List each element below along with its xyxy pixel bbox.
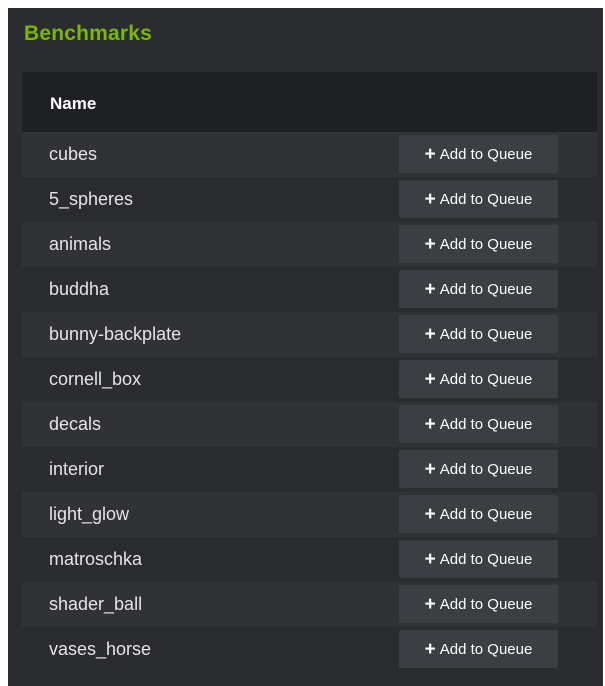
benchmark-name: cornell_box <box>49 369 142 389</box>
add-to-queue-button[interactable]: + Add to Queue <box>399 135 558 173</box>
add-to-queue-label: Add to Queue <box>439 145 533 163</box>
add-to-queue-label: Add to Queue <box>439 550 533 568</box>
add-to-queue-label: Add to Queue <box>439 325 533 343</box>
add-to-queue-button[interactable]: + Add to Queue <box>399 495 558 533</box>
add-to-queue-button[interactable]: + Add to Queue <box>399 630 558 668</box>
plus-icon: + <box>424 593 436 615</box>
benchmark-name: shader_ball <box>49 594 143 614</box>
plus-icon: + <box>424 368 436 390</box>
add-to-queue-label: Add to Queue <box>439 595 533 613</box>
benchmark-name: 5_spheres <box>49 189 134 209</box>
plus-icon: + <box>424 458 436 480</box>
plus-icon: + <box>424 503 436 525</box>
add-to-queue-button[interactable]: + Add to Queue <box>399 225 558 263</box>
add-to-queue-button[interactable]: + Add to Queue <box>399 360 558 398</box>
plus-icon: + <box>424 413 436 435</box>
table-row: 5_spheres + Add to Queue <box>22 177 597 222</box>
benchmark-name: light_glow <box>49 504 130 524</box>
table-body: cubes + Add to Queue 5_spheres + Add to Queue… <box>22 132 597 672</box>
benchmarks-panel: Benchmarks Name cubes + Add to Queue 5_sphe… <box>8 8 603 686</box>
benchmarks-table: Name cubes + Add to Queue 5_spheres + Add to … <box>22 72 597 672</box>
table-row: buddha + Add to Queue <box>22 267 597 312</box>
column-header-name: Name <box>50 94 97 113</box>
benchmark-name: bunny-backplate <box>49 324 182 344</box>
table-row: cornell_box + Add to Queue <box>22 357 597 402</box>
benchmark-name: animals <box>49 234 112 254</box>
table-row: light_glow + Add to Queue <box>22 492 597 537</box>
table-row: interior + Add to Queue <box>22 447 597 492</box>
add-to-queue-button[interactable]: + Add to Queue <box>399 585 558 623</box>
benchmark-name: interior <box>49 459 105 479</box>
table-row: bunny-backplate + Add to Queue <box>22 312 597 357</box>
add-to-queue-button[interactable]: + Add to Queue <box>399 450 558 488</box>
plus-icon: + <box>424 188 436 210</box>
plus-icon: + <box>424 638 436 660</box>
benchmark-name: cubes <box>49 144 98 164</box>
plus-icon: + <box>424 143 436 165</box>
add-to-queue-button[interactable]: + Add to Queue <box>399 315 558 353</box>
add-to-queue-label: Add to Queue <box>439 280 533 298</box>
table-row: matroschka + Add to Queue <box>22 537 597 582</box>
add-to-queue-button[interactable]: + Add to Queue <box>399 270 558 308</box>
add-to-queue-label: Add to Queue <box>439 190 533 208</box>
add-to-queue-label: Add to Queue <box>439 460 533 478</box>
table-row: decals + Add to Queue <box>22 402 597 447</box>
table-header: Name <box>22 72 597 132</box>
add-to-queue-label: Add to Queue <box>439 235 533 253</box>
add-to-queue-button[interactable]: + Add to Queue <box>399 405 558 443</box>
add-to-queue-button[interactable]: + Add to Queue <box>399 180 558 218</box>
table-row: animals + Add to Queue <box>22 222 597 267</box>
add-to-queue-label: Add to Queue <box>439 415 533 433</box>
add-to-queue-label: Add to Queue <box>439 370 533 388</box>
benchmark-name: matroschka <box>49 549 143 569</box>
benchmark-name: decals <box>49 414 102 434</box>
table-row: cubes + Add to Queue <box>22 132 597 177</box>
table-row: vases_horse + Add to Queue <box>22 627 597 672</box>
plus-icon: + <box>424 548 436 570</box>
add-to-queue-button[interactable]: + Add to Queue <box>399 540 558 578</box>
plus-icon: + <box>424 323 436 345</box>
plus-icon: + <box>424 233 436 255</box>
plus-icon: + <box>424 278 436 300</box>
benchmark-name: vases_horse <box>49 639 152 659</box>
panel-title: Benchmarks <box>24 22 153 45</box>
table-row: shader_ball + Add to Queue <box>22 582 597 627</box>
add-to-queue-label: Add to Queue <box>439 505 533 523</box>
add-to-queue-label: Add to Queue <box>439 640 533 658</box>
benchmark-name: buddha <box>49 279 110 299</box>
